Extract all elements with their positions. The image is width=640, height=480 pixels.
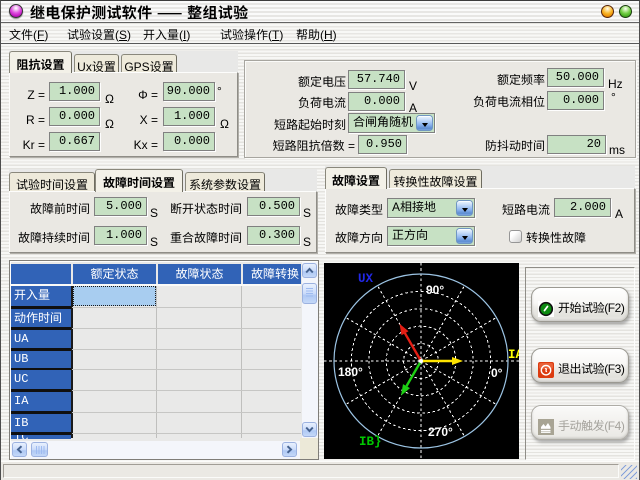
svg-text:UX: UX: [358, 272, 374, 286]
svg-text:0°: 0°: [491, 366, 503, 380]
svg-text:IA: IA: [508, 348, 519, 362]
svg-text:IB}: IB}: [359, 435, 382, 449]
svg-text:270°: 270°: [428, 425, 453, 439]
svg-text:90°: 90°: [426, 283, 444, 297]
svg-text:180°: 180°: [338, 365, 363, 379]
